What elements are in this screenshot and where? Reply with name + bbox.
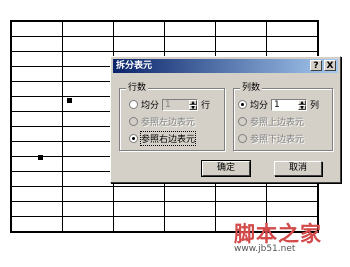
close-button[interactable]: X (324, 60, 336, 71)
dialog-title-bar[interactable]: 拆分表元 ? X (113, 59, 338, 73)
resize-handle[interactable] (67, 98, 72, 103)
cols-ref-bottom-option[interactable]: 参照下边表元 (238, 132, 304, 145)
rows-ref-left-radio[interactable] (129, 117, 138, 126)
watermark-url: www.jb51.net (234, 244, 296, 254)
rows-ref-left-option[interactable]: 参照左边表元 (129, 115, 195, 128)
rows-ref-right-option[interactable]: 参照右边表元 (129, 131, 197, 146)
ok-button[interactable]: 确定 (201, 160, 251, 177)
rows-unit-label: 行 (201, 101, 211, 111)
rows-evenly-label: 均分 (141, 101, 160, 111)
split-cell-dialog: 拆分表元 ? X 行数 均分 1 ▲ ▼ 行 参照左边表元 参照右边表元 列数 均… (110, 56, 341, 183)
rows-ref-left-label: 参照左边表元 (141, 118, 196, 128)
spin-down-icon[interactable]: ▼ (298, 104, 307, 110)
cols-group-label: 列数 (240, 82, 263, 94)
cols-count-stepper[interactable]: 1 ▲ ▼ (271, 98, 308, 111)
rows-count-input[interactable]: 1 (163, 99, 190, 110)
spin-down-icon[interactable]: ▼ (189, 104, 198, 110)
rows-group-label: 行数 (126, 82, 149, 94)
cancel-button[interactable]: 取消 (274, 161, 322, 176)
help-icon: ? (313, 61, 319, 71)
cols-ref-top-label: 参照上边表元 (250, 118, 305, 128)
close-icon: X (326, 61, 334, 71)
cols-evenly-option[interactable]: 均分 1 ▲ ▼ 列 (238, 98, 319, 111)
rows-ref-right-radio[interactable] (129, 134, 138, 143)
rows-ref-right-label: 参照右边表元 (139, 131, 197, 146)
cols-ref-bottom-label: 参照下边表元 (250, 135, 305, 145)
resize-handle[interactable] (38, 155, 43, 160)
cols-evenly-label: 均分 (250, 101, 269, 111)
cols-ref-bottom-radio[interactable] (238, 134, 247, 143)
help-button[interactable]: ? (310, 60, 322, 71)
cols-unit-label: 列 (310, 101, 320, 111)
rows-evenly-radio[interactable] (129, 100, 138, 109)
rows-count-stepper[interactable]: 1 ▲ ▼ (162, 98, 199, 111)
cols-evenly-radio[interactable] (238, 100, 247, 109)
cols-ref-top-radio[interactable] (238, 117, 247, 126)
cols-count-input[interactable]: 1 (272, 99, 299, 110)
dialog-title: 拆分表元 (116, 61, 153, 71)
rows-evenly-option[interactable]: 均分 1 ▲ ▼ 行 (129, 98, 210, 111)
cols-ref-top-option[interactable]: 参照上边表元 (238, 115, 304, 128)
